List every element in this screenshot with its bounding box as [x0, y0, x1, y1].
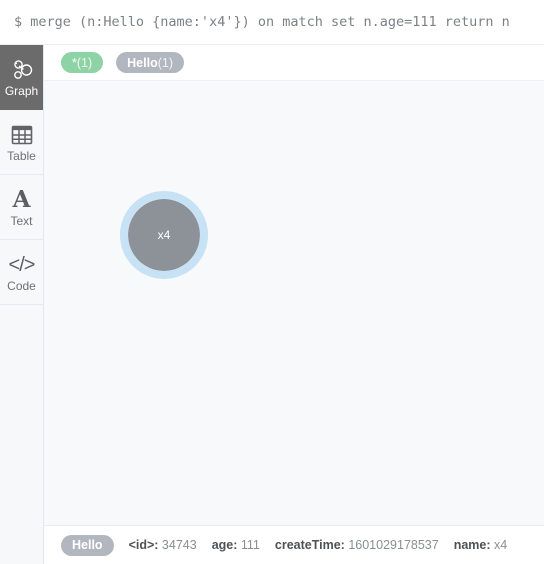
legend-chip-hello-count: (1) — [157, 55, 173, 70]
text-icon-glyph: A — [12, 186, 31, 213]
text-icon: A — [13, 187, 31, 213]
main-panel: * (1) Hello (1) x4 Hello <id>: 34743 age: … — [44, 45, 544, 564]
node-property-createtime: createTime: 1601029178537 — [275, 538, 439, 552]
legend-chip-hello[interactable]: Hello (1) — [116, 52, 184, 73]
view-mode-sidebar: Graph Table A Text </> Code — [0, 45, 44, 564]
graph-icon — [10, 57, 34, 83]
query-bar[interactable]: $ merge (n:Hello {name:'x4'}) on match s… — [0, 0, 544, 45]
graph-result-panel: $ merge (n:Hello {name:'x4'}) on match s… — [0, 0, 544, 564]
sidebar-item-text[interactable]: A Text — [0, 175, 43, 240]
sidebar-item-table-label: Table — [7, 148, 36, 163]
code-icon: </> — [8, 252, 36, 278]
graph-canvas[interactable]: x4 — [44, 81, 544, 525]
legend-chip-all-count: (1) — [76, 55, 93, 70]
sidebar-item-code[interactable]: </> Code — [0, 240, 43, 305]
sidebar-item-text-label: Text — [10, 213, 33, 228]
node-property-id-key: <id>: — [128, 538, 159, 552]
node-property-createtime-value: 1601029178537 — [348, 538, 439, 552]
graph-node[interactable]: x4 — [120, 191, 208, 279]
legend-chip-row: * (1) Hello (1) — [44, 45, 544, 81]
table-icon — [11, 122, 33, 148]
legend-chip-all[interactable]: * (1) — [61, 52, 104, 73]
node-property-name-value: x4 — [494, 538, 508, 552]
code-icon-glyph: </> — [8, 253, 36, 276]
graph-node-caption: x4 — [157, 228, 171, 242]
node-property-age: age: 111 — [212, 538, 260, 552]
node-property-age-value: 111 — [240, 538, 260, 552]
query-text: $ merge (n:Hello {name:'x4'}) on match s… — [14, 14, 510, 30]
node-property-createtime-key: createTime: — [274, 538, 345, 552]
node-label-badge[interactable]: Hello — [61, 534, 114, 556]
node-property-id-value: 34743 — [161, 538, 197, 552]
node-property-age-key: age: — [211, 538, 238, 552]
legend-chip-hello-name: Hello — [127, 55, 158, 70]
sidebar-item-graph[interactable]: Graph — [0, 45, 43, 110]
node-property-name: name: x4 — [454, 538, 508, 552]
node-property-id: <id>: 34743 — [129, 538, 197, 552]
node-property-name-key: name: — [453, 538, 491, 552]
sidebar-item-table[interactable]: Table — [0, 110, 43, 175]
sidebar-item-code-label: Code — [7, 278, 36, 293]
sidebar-item-graph-label: Graph — [4, 83, 39, 98]
node-detail-bar: Hello <id>: 34743 age: 111 createTime: 1… — [44, 525, 544, 564]
